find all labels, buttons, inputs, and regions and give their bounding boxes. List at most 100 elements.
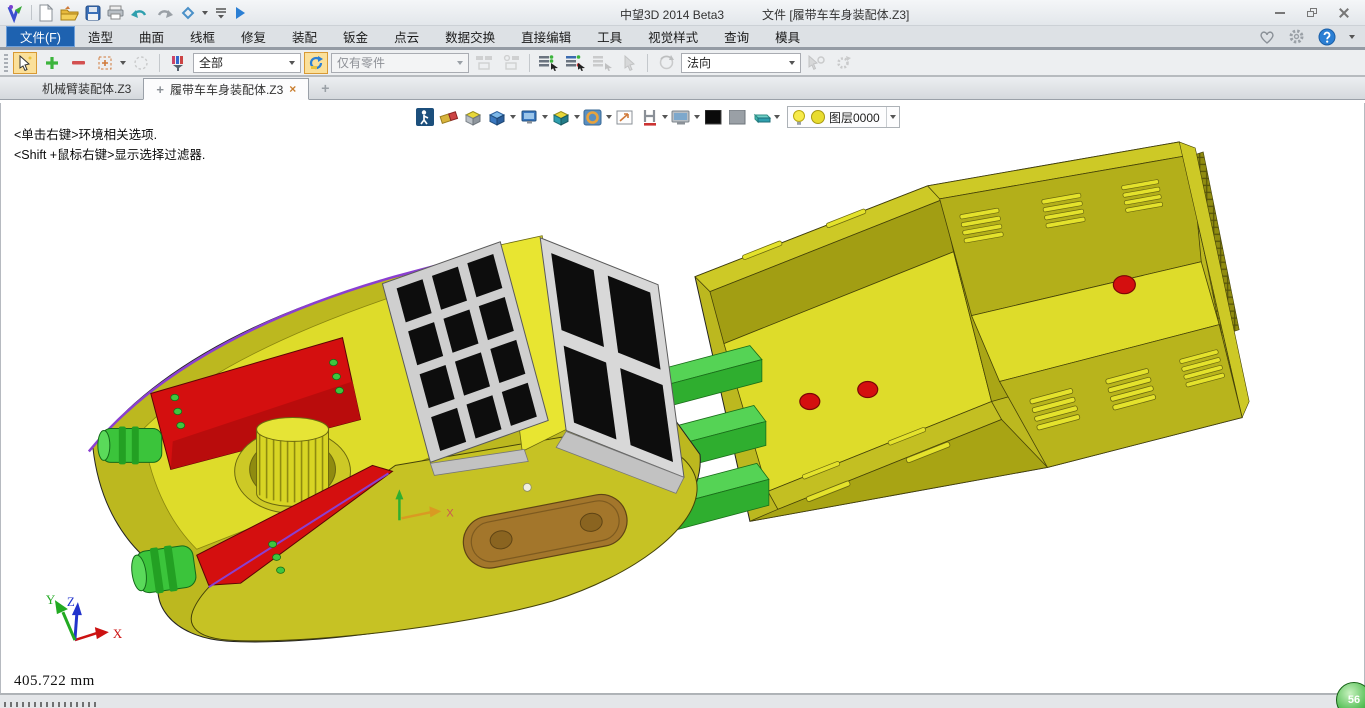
black-swatch[interactable] — [702, 106, 724, 128]
doc-tab-robot-arm[interactable]: 机械臂装配体.Z3 — [30, 77, 143, 99]
model-rear-tray[interactable] — [695, 142, 1249, 521]
pointer-query-icon[interactable] — [804, 52, 828, 74]
layer-caret — [890, 115, 896, 119]
rotate-view-icon[interactable] — [654, 52, 678, 74]
view-cube-icon[interactable] — [486, 106, 508, 128]
tab-tools[interactable]: 工具 — [584, 26, 635, 47]
zoom-ring-caret[interactable] — [606, 115, 612, 119]
undo-icon[interactable] — [130, 6, 149, 20]
layer-color-icon[interactable] — [810, 106, 826, 128]
tab-repair[interactable]: 修复 — [228, 26, 279, 47]
document-tab-bar: 机械臂装配体.Z3 + 履带车车身装配体.Z3 × + — [0, 77, 1365, 100]
minimize-button[interactable] — [1273, 7, 1287, 19]
close-button[interactable] — [1337, 7, 1351, 19]
tab-wireframe[interactable]: 线框 — [177, 26, 228, 47]
clear-style-caret[interactable] — [774, 115, 780, 119]
hint-line-1: <单击右键>环境相关选项. — [14, 125, 205, 145]
layer-dropdown-button[interactable] — [886, 107, 899, 127]
hint-line-2: <Shift +鼠标右键>显示选择过滤器. — [14, 145, 205, 165]
lightbulb-icon[interactable] — [791, 108, 807, 126]
zoom-ring-icon[interactable] — [582, 106, 604, 128]
quick-access-toolbar — [0, 3, 246, 23]
remove-select-icon[interactable] — [67, 52, 91, 74]
gray-swatch[interactable] — [726, 106, 748, 128]
new-tab-button[interactable]: + — [309, 77, 341, 99]
minimize-icon — [1275, 12, 1285, 14]
view-manager-caret[interactable] — [202, 11, 208, 15]
reuse-filter-icon[interactable] — [304, 52, 328, 74]
tab-visual-style[interactable]: 视觉样式 — [635, 26, 711, 47]
model-canvas[interactable]: X — [1, 103, 1364, 693]
pick-list-gray-icon[interactable] — [590, 52, 614, 74]
link1-icon[interactable] — [472, 52, 496, 74]
entity-filter-icon[interactable] — [166, 52, 190, 74]
pick-box-icon[interactable] — [94, 52, 118, 74]
layer-combo[interactable]: 图层0000 — [787, 106, 900, 128]
redo-icon[interactable] — [155, 6, 174, 20]
view-display-caret[interactable] — [542, 115, 548, 119]
favorites-heart-icon[interactable] — [1259, 30, 1275, 44]
red-boss — [800, 394, 820, 410]
view-cube-caret[interactable] — [510, 115, 516, 119]
exit-environment-icon[interactable] — [414, 106, 436, 128]
new-file-icon[interactable] — [38, 4, 54, 22]
tab-sheetmetal[interactable]: 钣金 — [330, 26, 381, 47]
red-boss — [858, 382, 878, 398]
tab-surface[interactable]: 曲面 — [126, 26, 177, 47]
add-select-icon[interactable] — [40, 52, 64, 74]
part-filter-combo[interactable]: 仅有零件 — [331, 53, 469, 73]
doc-tab-track-body[interactable]: + 履带车车身装配体.Z3 × — [143, 78, 309, 100]
link2-icon[interactable] — [499, 52, 523, 74]
open-file-icon[interactable] — [60, 5, 79, 21]
view-display-icon[interactable] — [518, 106, 540, 128]
tab-direct-edit[interactable]: 直接编辑 — [508, 26, 584, 47]
doc-tab-label: 机械臂装配体.Z3 — [42, 80, 131, 97]
pointer-icon[interactable] — [617, 52, 641, 74]
section-view-icon[interactable] — [638, 106, 660, 128]
customize-toolbar-icon[interactable] — [214, 6, 228, 19]
print-icon[interactable] — [107, 5, 124, 20]
clear-style-icon[interactable] — [750, 106, 772, 128]
separator — [647, 54, 648, 72]
doc-tab-close-icon[interactable]: × — [289, 82, 296, 96]
restore-button[interactable] — [1305, 7, 1319, 19]
background-icon[interactable] — [670, 106, 692, 128]
pick-box-caret[interactable] — [120, 61, 126, 65]
tab-data-exchange[interactable]: 数据交换 — [432, 26, 508, 47]
pick-list-red-icon[interactable] — [563, 52, 587, 74]
section-view-caret[interactable] — [662, 115, 668, 119]
tab-pointcloud[interactable]: 点云 — [381, 26, 432, 47]
shade-mode-icon[interactable] — [550, 106, 572, 128]
pick-list-green-icon[interactable] — [536, 52, 560, 74]
help-caret[interactable] — [1349, 35, 1355, 39]
help-icon[interactable] — [1318, 28, 1336, 46]
status-strip — [0, 694, 1365, 708]
graphics-viewport[interactable]: 图层0000 <单击右键>环境相关选项. <Shift +鼠标右键>显示选择过滤… — [0, 103, 1365, 694]
tab-file[interactable]: 文件(F) — [6, 26, 75, 47]
entity-filter-value: 全部 — [199, 54, 223, 71]
toolbar-grip[interactable] — [4, 54, 8, 72]
red-boss — [1113, 276, 1135, 294]
view-manager-icon[interactable] — [180, 5, 196, 21]
separator — [31, 5, 32, 20]
select-cursor-icon[interactable] — [13, 52, 37, 74]
eraser-icon[interactable] — [438, 106, 460, 128]
background-caret[interactable] — [694, 115, 700, 119]
lasso-icon[interactable] — [129, 52, 153, 74]
start-task-icon[interactable] — [234, 6, 246, 20]
show-hide-icon[interactable] — [462, 106, 484, 128]
tab-mold[interactable]: 模具 — [762, 26, 813, 47]
zoom-extents-icon[interactable] — [614, 106, 636, 128]
tab-assembly[interactable]: 装配 — [279, 26, 330, 47]
app-logo-icon[interactable] — [5, 3, 25, 23]
model-hull-body[interactable]: X — [89, 236, 700, 642]
save-icon[interactable] — [85, 5, 101, 21]
shade-mode-caret[interactable] — [574, 115, 580, 119]
orientation-combo[interactable]: 法向 — [681, 53, 801, 73]
tab-inquire[interactable]: 查询 — [711, 26, 762, 47]
settings-gear-icon[interactable] — [1288, 28, 1305, 45]
entity-filter-combo[interactable]: 全部 — [193, 53, 301, 73]
measurement-readout: 405.722 mm — [14, 673, 95, 690]
gear-options-icon[interactable] — [831, 52, 855, 74]
tab-shape[interactable]: 造型 — [75, 26, 126, 47]
